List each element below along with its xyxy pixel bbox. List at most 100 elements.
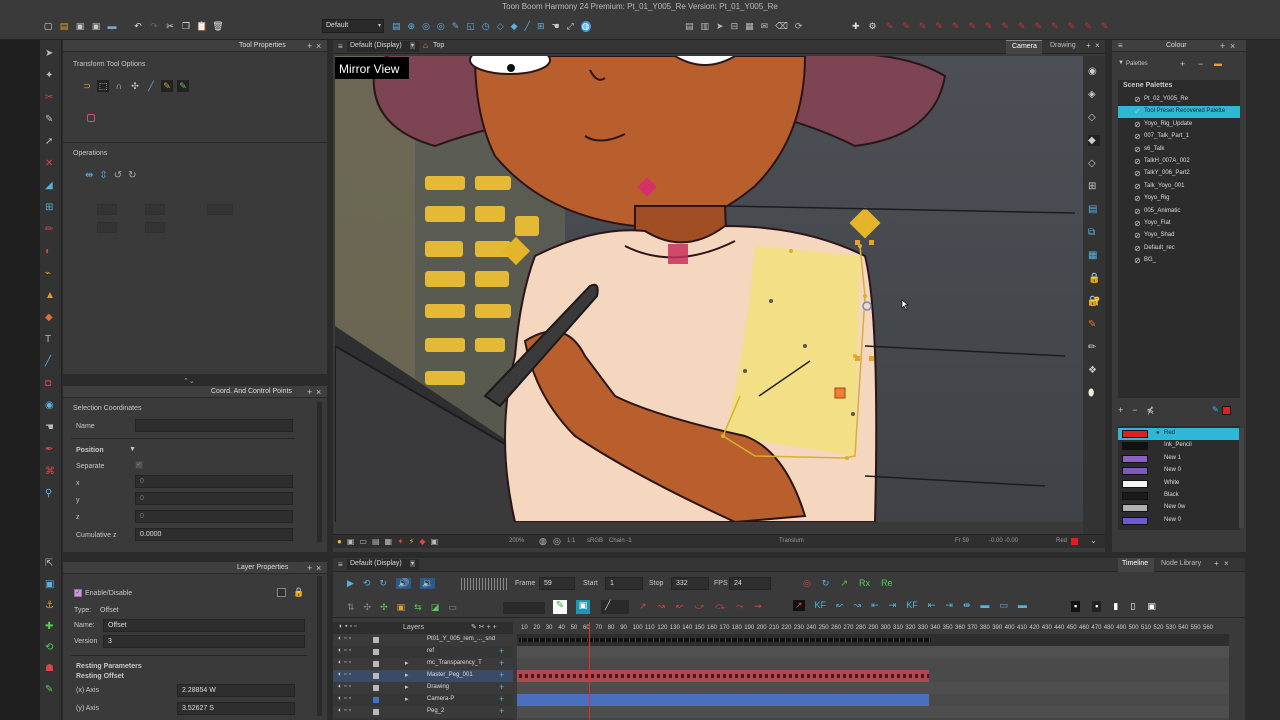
brush-red-icon-7[interactable]: ✎	[985, 21, 993, 32]
swatch-item[interactable]: ● Red	[1118, 428, 1240, 440]
scrollbar[interactable]	[317, 402, 322, 542]
shape-icon[interactable]: ◆	[511, 21, 518, 32]
close-icon[interactable]: ×	[1230, 41, 1235, 51]
layer-color-chip[interactable]	[373, 649, 379, 655]
palette-item[interactable]: ⊘ 005_Animatic	[1118, 206, 1240, 218]
play-icon[interactable]: ▶	[347, 578, 354, 589]
layer-color-chip[interactable]	[373, 637, 379, 643]
workspace-select[interactable]: Default ▾	[322, 19, 384, 33]
hand-tool-icon[interactable]: ☚	[45, 422, 55, 433]
track-camera-peg[interactable]	[517, 694, 1229, 706]
field-guide-icon[interactable]: ▦	[385, 537, 393, 546]
version-field[interactable]: 3	[103, 635, 305, 648]
layer-row[interactable]: ◐ ▫ ▫ ▸ mc_Transparency_T +	[333, 658, 513, 670]
track-drawing[interactable]	[517, 682, 1229, 694]
workspace-icon[interactable]: ▤	[392, 21, 401, 32]
stack-icon[interactable]: ◇	[1088, 158, 1100, 169]
grid-lines-icon[interactable]: ⊟	[731, 21, 739, 32]
palette-item[interactable]: ⊘ Yoyo_Shad	[1118, 230, 1240, 242]
light-table-icon[interactable]: ◈	[1088, 89, 1100, 100]
kf-clr-icon[interactable]: ▭	[999, 600, 1008, 611]
keyframe-teal-icon[interactable]: ▣	[576, 600, 590, 614]
layer-name-field[interactable]: Offset	[103, 619, 305, 632]
brush-red-icon-12[interactable]: ✎	[1068, 21, 1076, 32]
brush-red-icon-11[interactable]: ✎	[1051, 21, 1059, 32]
reset-zoom-icon[interactable]: ◍	[539, 536, 547, 547]
sound-scrub-icon[interactable]: 🔉	[420, 578, 436, 589]
light-icon[interactable]: ●	[337, 537, 342, 546]
layer-row[interactable]: ◐ ▫ ▫ ▸ Drawing +	[333, 682, 513, 694]
open-icon[interactable]: ▤	[58, 20, 70, 32]
render-icon[interactable]: ▣	[431, 537, 439, 546]
palette-item[interactable]: ⊘ 007_Talk_Part_1	[1118, 131, 1240, 143]
camera-tool-icon[interactable]: ⇱	[45, 558, 54, 569]
add-keyframe-icon[interactable]: ✚	[852, 21, 860, 32]
grid-tool-icon[interactable]: ⊞	[45, 202, 55, 213]
ease-icon-3[interactable]: ↜	[676, 601, 684, 612]
transform-frame-icon[interactable]: ▣	[45, 579, 54, 590]
flip-h-icon[interactable]: ⇹	[85, 170, 93, 181]
flip-v-icon[interactable]: ⇳	[99, 170, 107, 181]
add-sublayer-icon[interactable]: +	[499, 670, 504, 680]
brush-red-icon-10[interactable]: ✎	[1035, 21, 1043, 32]
add-sublayer-icon[interactable]: +	[499, 694, 504, 704]
tab-camera[interactable]: Camera	[1006, 40, 1042, 54]
zoom-icon[interactable]: ⤢	[567, 21, 574, 32]
ruler-icon[interactable]: ▤	[1088, 204, 1100, 215]
close-icon[interactable]: ×	[316, 387, 321, 397]
separate-checkbox[interactable]: ✓	[135, 461, 143, 469]
delete-icon[interactable]: 🗑	[212, 20, 224, 32]
tab-timeline[interactable]: Timeline	[1118, 558, 1154, 572]
chevron-down-icon[interactable]: ▾	[410, 42, 416, 49]
ease-icon-7[interactable]: ⇝	[754, 601, 762, 612]
x-field[interactable]	[97, 204, 117, 215]
layer-type-select[interactable]	[503, 602, 545, 614]
layer-color-chip[interactable]	[373, 685, 379, 691]
add-panel-icon[interactable]: +	[307, 387, 312, 397]
lock-icon[interactable]: 🔒	[1088, 273, 1100, 284]
sync-icon[interactable]: ⟳	[795, 21, 803, 32]
deform-tool-icon[interactable]: ☗	[45, 663, 54, 674]
playhead[interactable]	[589, 622, 590, 720]
text-tool-icon[interactable]: T	[45, 334, 55, 345]
add-panel-icon[interactable]: +	[307, 41, 312, 51]
fill-tool-icon[interactable]: ◉	[45, 400, 55, 411]
reset-rotate-icon[interactable]: ◎	[553, 536, 561, 547]
close-icon[interactable]: ×	[316, 41, 321, 51]
cutter-icon[interactable]: ✂	[45, 92, 55, 103]
link-icon[interactable]: ⧉	[1088, 227, 1100, 238]
layer-color-chip[interactable]	[373, 709, 379, 715]
kf-ins-icon[interactable]: ⇥	[945, 600, 953, 611]
track-master-peg[interactable]	[517, 670, 1229, 682]
pink-square-icon[interactable]	[87, 114, 95, 122]
resize-handle[interactable]: ⌃⌄	[183, 377, 195, 385]
stamp-tool-icon[interactable]: ▲	[45, 290, 55, 301]
chevron-down-icon[interactable]: ▾	[410, 560, 416, 567]
dropper-icon[interactable]: ✎	[1212, 405, 1219, 414]
chevron-down-icon[interactable]: ▼	[1118, 60, 1124, 66]
eraser-icon[interactable]: ⌫	[775, 21, 788, 32]
expand-icon[interactable]: ▸	[405, 695, 409, 703]
line-tool-icon[interactable]: ╱	[45, 356, 55, 367]
layer-color-chip[interactable]	[373, 697, 379, 703]
swatch-item[interactable]: New 1	[1118, 453, 1240, 465]
add-sublayer-icon[interactable]: +	[499, 646, 504, 656]
palette-item[interactable]: ⊘ TalkY_006_Part2	[1118, 168, 1240, 180]
visibility-icon[interactable]: ◐ ▫ ▫	[338, 647, 351, 654]
kf-icon[interactable]: KF	[815, 600, 827, 611]
palette-folder-icon[interactable]: ▬	[1214, 59, 1222, 68]
menu-icon[interactable]: ≡	[338, 560, 343, 569]
brush-tool-icon[interactable]: ✎	[45, 114, 55, 125]
onion-fwd-icon[interactable]: ↗	[840, 578, 848, 589]
visibility-icon[interactable]: ◐ ▫ ▫	[338, 707, 351, 714]
paint-tool-icon[interactable]: ◐	[45, 246, 55, 257]
name-field[interactable]	[135, 419, 293, 432]
grid-icon[interactable]: ⊞	[537, 21, 545, 32]
lasso-icon[interactable]: ⊃	[81, 80, 93, 92]
ease-icon-1[interactable]: ↗	[639, 601, 647, 612]
layer-row[interactable]: ◐ ▫ ▫ Peg_2 +	[333, 706, 513, 718]
scrollbar[interactable]	[317, 576, 322, 716]
keyframe-green-icon[interactable]: ✎	[553, 600, 567, 614]
re-icon[interactable]: Re	[881, 578, 893, 589]
swatch-options-icon[interactable]: ⋠	[1147, 405, 1155, 417]
